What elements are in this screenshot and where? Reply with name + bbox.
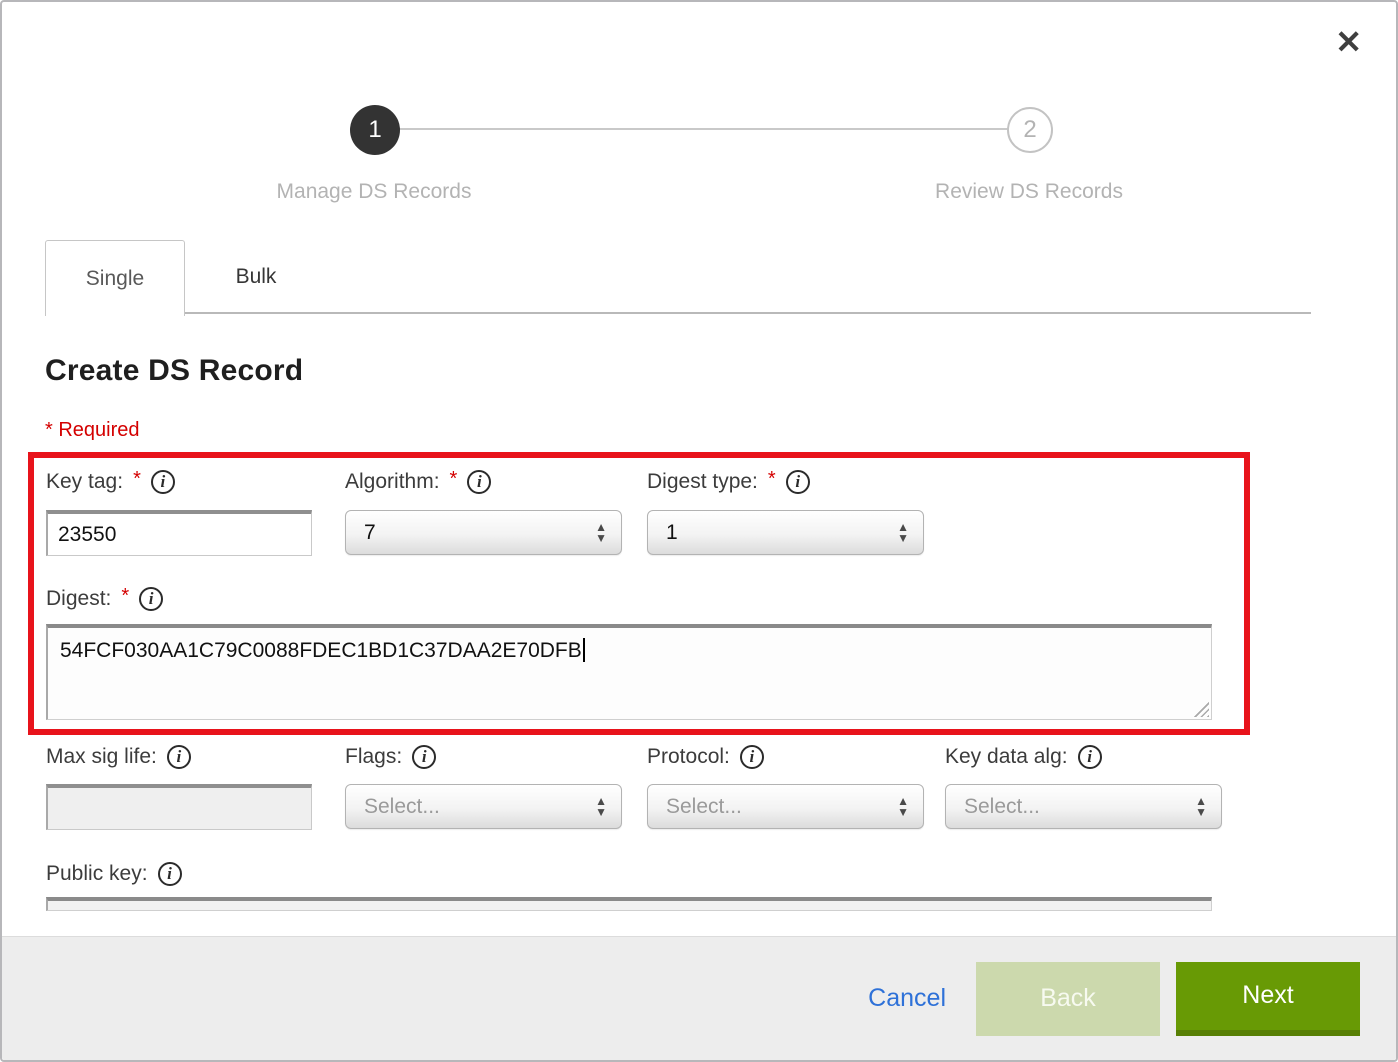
info-icon[interactable]: i: [740, 745, 764, 769]
select-arrows-icon: ▲ ▼: [595, 522, 607, 543]
required-asterisk: *: [133, 468, 141, 491]
arrow-down-icon: ▼: [897, 807, 909, 817]
public-key-label-text: Public key:: [46, 862, 148, 886]
key-data-alg-label: Key data alg: i: [945, 745, 1102, 769]
max-sig-life-input[interactable]: [46, 784, 312, 830]
digest-type-select-value: 1: [666, 521, 897, 545]
max-sig-life-label: Max sig life: i: [46, 745, 191, 769]
select-arrows-icon: ▲ ▼: [1195, 796, 1207, 817]
algorithm-label-text: Algorithm:: [345, 470, 440, 494]
key-data-alg-select-value: Select...: [964, 795, 1195, 819]
digest-value: 54FCF030AA1C79C0088FDEC1BD1C37DAA2E70DFB: [60, 639, 582, 662]
digest-label: Digest: * i: [46, 587, 163, 611]
digest-type-label-text: Digest type:: [647, 470, 758, 494]
stepper-connector-line: [399, 128, 1009, 130]
digest-type-select[interactable]: 1 ▲ ▼: [647, 510, 924, 555]
required-asterisk: *: [768, 468, 776, 491]
select-arrows-icon: ▲ ▼: [595, 796, 607, 817]
step-2-circle: 2: [1007, 107, 1053, 153]
create-ds-record-modal: ✕ 1 2 Manage DS Records Review DS Record…: [0, 0, 1398, 1062]
digest-type-label: Digest type: * i: [647, 470, 810, 494]
key-tag-label: Key tag: * i: [46, 470, 175, 494]
protocol-label: Protocol: i: [647, 745, 764, 769]
select-arrows-icon: ▲ ▼: [897, 796, 909, 817]
required-asterisk: *: [450, 468, 458, 491]
tab-bulk[interactable]: Bulk: [186, 240, 326, 314]
arrow-down-icon: ▼: [1195, 807, 1207, 817]
step-2-label: Review DS Records: [935, 180, 1123, 204]
step-1-label: Manage DS Records: [277, 180, 472, 204]
digest-label-text: Digest:: [46, 587, 111, 611]
key-tag-label-text: Key tag:: [46, 470, 123, 494]
tab-single[interactable]: Single: [45, 240, 185, 316]
digest-textarea[interactable]: 54FCF030AA1C79C0088FDEC1BD1C37DAA2E70DFB: [46, 624, 1212, 720]
info-icon[interactable]: i: [151, 470, 175, 494]
arrow-down-icon: ▼: [595, 533, 607, 543]
key-data-alg-label-text: Key data alg:: [945, 745, 1068, 769]
info-icon[interactable]: i: [158, 862, 182, 886]
protocol-select[interactable]: Select... ▲ ▼: [647, 784, 924, 829]
public-key-textarea[interactable]: [46, 897, 1212, 911]
info-icon[interactable]: i: [786, 470, 810, 494]
key-data-alg-select[interactable]: Select... ▲ ▼: [945, 784, 1222, 829]
arrow-down-icon: ▼: [595, 807, 607, 817]
stepper: 1 2 Manage DS Records Review DS Records: [2, 2, 1396, 217]
flags-select-value: Select...: [364, 795, 595, 819]
resize-handle-icon[interactable]: [1193, 701, 1209, 717]
protocol-label-text: Protocol:: [647, 745, 730, 769]
algorithm-select[interactable]: 7 ▲ ▼: [345, 510, 622, 555]
key-tag-input[interactable]: [46, 510, 312, 556]
required-note: * Required: [45, 419, 140, 442]
flags-label: Flags: i: [345, 745, 436, 769]
required-asterisk: *: [121, 585, 129, 608]
public-key-label: Public key: i: [46, 862, 182, 886]
max-sig-life-label-text: Max sig life:: [46, 745, 157, 769]
back-button[interactable]: Back: [976, 962, 1160, 1036]
modal-footer: Cancel Back Next: [2, 936, 1396, 1060]
flags-label-text: Flags:: [345, 745, 402, 769]
text-cursor: [583, 638, 585, 662]
step-1-circle: 1: [350, 105, 400, 155]
arrow-down-icon: ▼: [897, 533, 909, 543]
info-icon[interactable]: i: [1078, 745, 1102, 769]
protocol-select-value: Select...: [666, 795, 897, 819]
select-arrows-icon: ▲ ▼: [897, 522, 909, 543]
flags-select[interactable]: Select... ▲ ▼: [345, 784, 622, 829]
info-icon[interactable]: i: [467, 470, 491, 494]
algorithm-select-value: 7: [364, 521, 595, 545]
next-button[interactable]: Next: [1176, 962, 1360, 1036]
tab-bar: Single Bulk: [45, 240, 1311, 314]
info-icon[interactable]: i: [412, 745, 436, 769]
cancel-button[interactable]: Cancel: [868, 984, 946, 1013]
info-icon[interactable]: i: [167, 745, 191, 769]
algorithm-label: Algorithm: * i: [345, 470, 491, 494]
info-icon[interactable]: i: [139, 587, 163, 611]
page-title: Create DS Record: [45, 354, 303, 388]
